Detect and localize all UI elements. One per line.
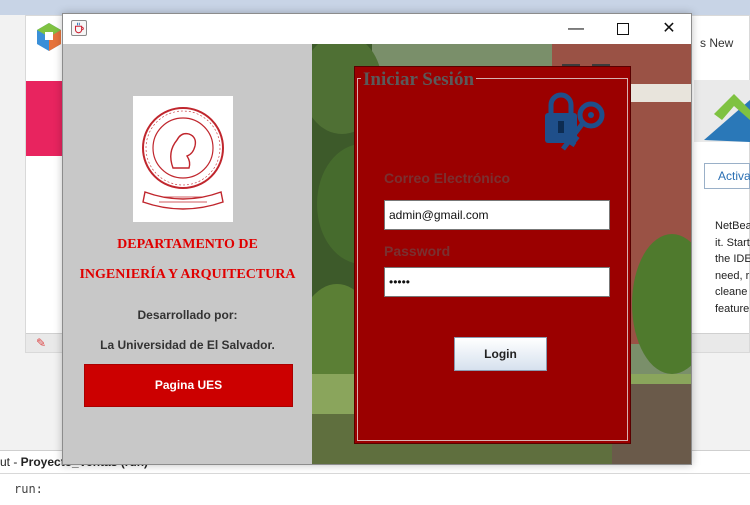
email-label: Correo Electrónico (384, 170, 511, 186)
developer-name: La Universidad de El Salvador. (100, 338, 275, 352)
java-cup-icon (71, 20, 87, 36)
pen-icon: ✎ (36, 336, 47, 350)
university-seal-logo (133, 96, 233, 222)
output-line: run: (14, 482, 43, 496)
output-console: run: (0, 474, 750, 505)
login-window: — ✕ DEPARTAMENTO DE INGENIERÍA Y ARQUITE… (62, 13, 692, 465)
password-field[interactable] (384, 267, 610, 297)
start-page-banner-pink (26, 81, 66, 156)
maximize-icon (617, 22, 629, 35)
login-title: Iniciar Sesión (361, 69, 477, 91)
netbeans-description: NetBea it. Start the IDE need, r cleane … (715, 220, 750, 315)
netbeans-logo-icon (37, 23, 61, 51)
login-panel: Iniciar Sesión Correo Electrónico Passwo… (354, 66, 631, 444)
login-button[interactable]: Login (454, 337, 547, 371)
lock-key-icon (545, 92, 605, 151)
activate-button[interactable]: Activa (704, 163, 750, 189)
password-label: Password (384, 243, 451, 259)
department-title-line2: INGENIERÍA Y ARQUITECTURA (79, 267, 296, 282)
developed-by-label: Desarrollado por: (137, 308, 238, 322)
window-content: DEPARTAMENTO DE INGENIERÍA Y ARQUITECTUR… (63, 44, 691, 464)
department-title-line1: DEPARTAMENTO DE (117, 237, 258, 252)
close-button[interactable]: ✕ (646, 14, 692, 44)
minimize-button[interactable]: — (553, 14, 599, 44)
email-field[interactable] (384, 200, 610, 230)
whats-new-link[interactable]: s New (700, 36, 733, 50)
start-page-banner (694, 80, 750, 142)
ues-page-button[interactable]: Pagina UES (84, 364, 293, 407)
info-panel: DEPARTAMENTO DE INGENIERÍA Y ARQUITECTUR… (63, 44, 312, 464)
maximize-button[interactable] (600, 14, 646, 44)
window-titlebar: — ✕ (63, 14, 691, 44)
